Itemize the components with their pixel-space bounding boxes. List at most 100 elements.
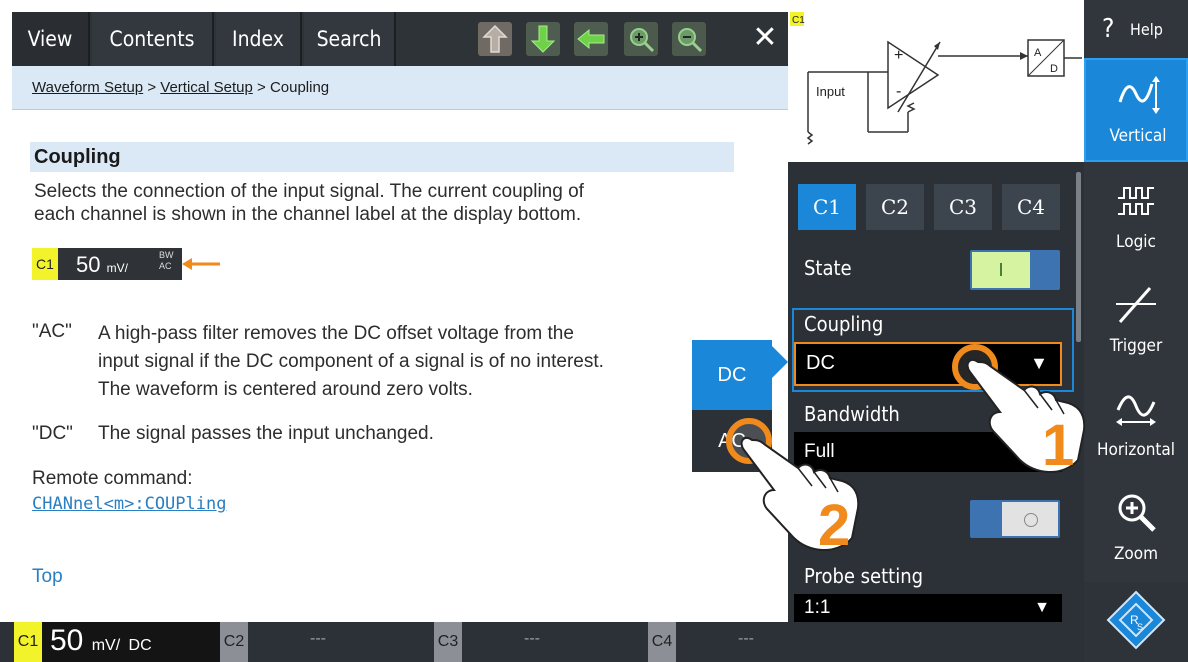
rohde-schwarz-logo-icon: R S bbox=[1106, 590, 1166, 650]
remote-command-link[interactable]: CHANnel<m>:COUPling bbox=[32, 494, 226, 514]
toolbar-vertical-label: Vertical bbox=[1109, 126, 1167, 146]
channel-button-c4[interactable]: C4 bbox=[1002, 184, 1060, 230]
close-icon[interactable]: ✕ bbox=[748, 18, 782, 58]
ac-description-line: input signal if the DC component of a si… bbox=[98, 351, 604, 372]
zoom-icon bbox=[1118, 494, 1156, 532]
breadcrumb-separator: > bbox=[147, 79, 157, 96]
top-link[interactable]: Top bbox=[32, 566, 63, 588]
navigate-up-button[interactable] bbox=[478, 22, 512, 56]
diagram-channel-text: C1 bbox=[792, 15, 805, 26]
zoom-out-icon bbox=[678, 28, 703, 53]
bottom-channel-value: --- bbox=[310, 630, 326, 647]
ac-description-line: The waveform is centered around zero vol… bbox=[98, 379, 473, 400]
bandwidth-label: Bandwidth bbox=[804, 402, 900, 426]
channel-coupling-indicator: BW AC bbox=[159, 250, 174, 272]
ac-description-line: A high-pass filter removes the DC offset… bbox=[98, 323, 574, 344]
chevron-down-icon: ▼ bbox=[1034, 599, 1050, 616]
adc-label-d: D bbox=[1050, 63, 1058, 75]
coupling-label: Coupling bbox=[804, 312, 884, 336]
page-title: Coupling bbox=[34, 146, 121, 168]
bottom-channel-value: 50 bbox=[50, 624, 84, 657]
help-window: View Contents Index Search ✕ Waveform Se… bbox=[12, 12, 788, 622]
svg-text:+: + bbox=[894, 47, 903, 64]
tab-search[interactable]: Search bbox=[304, 12, 396, 66]
help-content: Coupling Selects the connection of the i… bbox=[12, 110, 788, 622]
breadcrumb-bar: Waveform Setup > Vertical Setup > Coupli… bbox=[12, 66, 788, 110]
bottom-channel-value: --- bbox=[738, 630, 754, 647]
probe-setting-select[interactable]: 1:1 ▼ bbox=[794, 594, 1062, 622]
navigate-back-button[interactable] bbox=[574, 22, 608, 56]
help-tab-bar: View Contents Index Search ✕ bbox=[12, 12, 788, 66]
description-line: each channel is shown in the channel lab… bbox=[34, 204, 582, 225]
toolbar-trigger[interactable]: Trigger bbox=[1084, 270, 1188, 370]
state-toggle[interactable]: I bbox=[970, 250, 1060, 290]
step-number-2: 2 bbox=[818, 493, 851, 558]
vertical-sine-icon bbox=[1118, 76, 1160, 114]
coupling-indicator: AC bbox=[159, 261, 172, 271]
circuit-diagram: C1 Input + - A D bbox=[790, 12, 1082, 145]
toolbar-horizontal-label: Horizontal bbox=[1096, 440, 1176, 460]
toolbar-logic-label: Logic bbox=[1116, 232, 1156, 252]
bottom-channel-unit: mV/ bbox=[91, 637, 121, 654]
toolbar-zoom[interactable]: Zoom bbox=[1084, 478, 1188, 578]
channel-button-c3[interactable]: C3 bbox=[934, 184, 992, 230]
toolbar-vertical[interactable]: Vertical bbox=[1084, 58, 1188, 162]
heading-box: Coupling bbox=[30, 142, 734, 172]
description-line: Selects the connection of the input sign… bbox=[34, 181, 584, 202]
breadcrumb: Waveform Setup > Vertical Setup > Coupli… bbox=[32, 79, 329, 96]
bottom-channel-c2[interactable]: C2 --- bbox=[220, 622, 434, 662]
channel-scale-unit: mV/ bbox=[106, 261, 128, 275]
channel-selector: C1 C2 C3 C4 bbox=[798, 184, 1068, 230]
channel-button-c2[interactable]: C2 bbox=[866, 184, 924, 230]
invert-toggle[interactable] bbox=[970, 500, 1060, 538]
tab-contents[interactable]: Contents bbox=[92, 12, 214, 66]
dc-description: The signal passes the input unchanged. bbox=[98, 423, 434, 444]
ac-term: "AC" bbox=[32, 321, 72, 342]
breadcrumb-link-waveform-setup[interactable]: Waveform Setup bbox=[32, 79, 143, 96]
bandwidth-indicator: BW bbox=[159, 250, 174, 260]
adc-label-a: A bbox=[1034, 47, 1042, 59]
bottom-channel-tag: C3 bbox=[434, 622, 462, 662]
diagram-input-label: Input bbox=[816, 84, 845, 99]
tab-index[interactable]: Index bbox=[216, 12, 302, 66]
bottom-channel-c4[interactable]: C4 --- bbox=[648, 622, 862, 662]
brand-logo: R S bbox=[1084, 582, 1188, 662]
remote-command-label: Remote command: bbox=[32, 468, 193, 489]
toolbar-logic[interactable]: Logic bbox=[1084, 166, 1188, 266]
state-label: State bbox=[804, 256, 852, 280]
zoom-in-icon bbox=[630, 28, 655, 53]
arrow-left-icon bbox=[577, 28, 605, 50]
panel-scrollbar[interactable] bbox=[1076, 172, 1081, 342]
toolbar-horizontal[interactable]: Horizontal bbox=[1084, 374, 1188, 474]
navigate-down-button[interactable] bbox=[526, 22, 560, 56]
pointer-arrow-icon bbox=[182, 258, 220, 270]
toolbar-zoom-label: Zoom bbox=[1113, 544, 1159, 564]
channel-status-bar: C1 50 mV/ DC C2 --- C3 --- C4 --- bbox=[0, 622, 1084, 662]
channel-scale-value: 50 bbox=[76, 252, 101, 277]
bottom-channel-c1[interactable]: C1 50 mV/ DC bbox=[14, 622, 220, 662]
step-number-1: 1 bbox=[1042, 413, 1075, 478]
ac-description: A high-pass filter removes the DC offset… bbox=[98, 320, 698, 404]
bottom-channel-c3[interactable]: C3 --- bbox=[434, 622, 648, 662]
breadcrumb-link-vertical-setup[interactable]: Vertical Setup bbox=[160, 79, 253, 96]
help-button[interactable]: ? Help bbox=[1084, 0, 1188, 56]
tab-view[interactable]: View bbox=[12, 12, 90, 66]
toggle-off-knob bbox=[1002, 502, 1058, 536]
bottom-channel-tag: C1 bbox=[14, 622, 42, 662]
bottom-channel-tag: C2 bbox=[220, 622, 248, 662]
coupling-option-dc[interactable]: DC bbox=[692, 340, 772, 410]
bottom-channel-scale: 50 mV/ DC bbox=[50, 624, 152, 658]
bottom-channel-coupling: DC bbox=[128, 637, 152, 654]
arrow-down-icon bbox=[530, 25, 556, 53]
toolbar-trigger-label: Trigger bbox=[1109, 336, 1163, 356]
channel-button-c1[interactable]: C1 bbox=[798, 184, 856, 230]
zoom-in-button[interactable] bbox=[624, 22, 658, 56]
svg-text:S: S bbox=[1137, 622, 1143, 632]
state-toggle-on: I bbox=[972, 252, 1030, 288]
dc-term: "DC" bbox=[32, 423, 73, 444]
trigger-edge-icon bbox=[1116, 287, 1156, 323]
probe-setting-value: 1:1 bbox=[804, 597, 831, 618]
help-button-label: Help bbox=[1130, 20, 1163, 39]
zoom-out-button[interactable] bbox=[672, 22, 706, 56]
breadcrumb-separator: > bbox=[257, 79, 266, 96]
